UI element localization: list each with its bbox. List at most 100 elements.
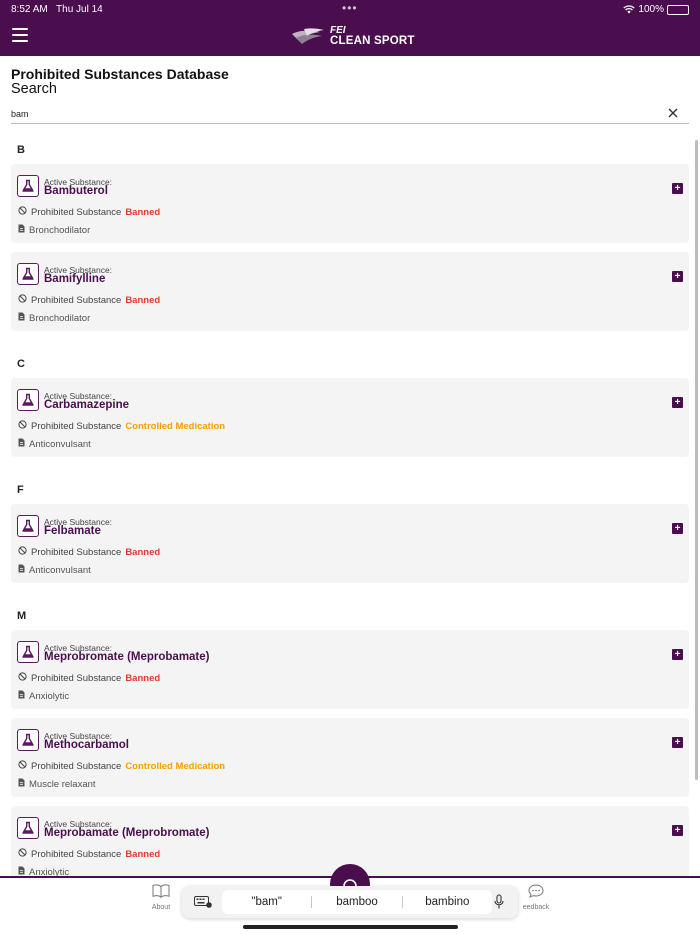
status-right: 100% xyxy=(623,4,689,15)
substance-card[interactable]: Active Substance: Felbamate Prohibited Sub… xyxy=(11,504,689,583)
nav-feedback-label: eedback xyxy=(522,904,550,911)
keyboard-suggestion-bar: "bam" bamboo bambino xyxy=(182,886,518,918)
search-label: Search xyxy=(11,81,57,97)
logo-clean-sport-text: CLEAN SPORT xyxy=(330,35,415,47)
substance-name: Methocarbamol xyxy=(44,739,129,751)
wifi-icon xyxy=(623,5,636,14)
flask-icon xyxy=(17,515,39,537)
clear-search-icon[interactable] xyxy=(667,107,679,119)
prohibited-icon xyxy=(18,546,27,558)
flask-icon xyxy=(17,641,39,663)
expand-plus-icon[interactable]: + xyxy=(672,271,683,282)
nav-about[interactable]: About xyxy=(145,884,177,911)
scrollbar[interactable] xyxy=(695,140,698,780)
expand-plus-icon[interactable]: + xyxy=(672,523,683,534)
book-icon xyxy=(152,884,170,898)
search-field xyxy=(11,104,689,124)
flask-icon xyxy=(17,389,39,411)
status-badge: Banned xyxy=(125,294,161,306)
classification-text: Bronchodilator xyxy=(29,312,91,324)
status-badge: Banned xyxy=(125,206,161,218)
expand-plus-icon[interactable]: + xyxy=(672,737,683,748)
section-f: F Active Substance: Felbamate Prohibited Su… xyxy=(0,472,700,598)
prohibited-label: Prohibited Substance xyxy=(31,420,122,432)
nav-about-label: About xyxy=(151,904,171,911)
classification-text: Bronchodilator xyxy=(29,224,91,236)
prohibited-icon xyxy=(18,420,27,432)
document-icon xyxy=(18,778,25,790)
prohibited-label: Prohibited Substance xyxy=(31,848,122,860)
results-list[interactable]: B Active Substance: Bambuterol Prohibited S… xyxy=(0,132,700,877)
suggestion-3[interactable]: bambino xyxy=(403,896,492,908)
wing-logo-icon xyxy=(292,28,324,44)
status-badge: Controlled Medication xyxy=(125,420,226,432)
classification: Anticonvulsant xyxy=(18,564,91,576)
suggestion-2[interactable]: bamboo xyxy=(312,896,401,908)
flask-icon xyxy=(17,729,39,751)
expand-plus-icon[interactable]: + xyxy=(672,825,683,836)
substance-name: Bambuterol xyxy=(44,185,108,197)
status-line: Prohibited Substance Banned xyxy=(18,206,160,218)
classification: Bronchodilator xyxy=(18,224,90,236)
home-indicator[interactable] xyxy=(243,925,458,929)
page-title: Prohibited Substances Database xyxy=(11,66,229,82)
prohibited-label: Prohibited Substance xyxy=(31,760,122,772)
classification-text: Anticonvulsant xyxy=(29,564,91,576)
substance-name: Felbamate xyxy=(44,525,101,537)
substance-name: Meprobromate (Meprobamate) xyxy=(44,651,210,663)
document-icon xyxy=(18,312,25,324)
status-line: Prohibited Substance Controlled Medicatio… xyxy=(18,760,225,772)
status-line: Prohibited Substance Banned xyxy=(18,546,160,558)
microphone-icon[interactable] xyxy=(494,894,504,910)
chat-bubble-icon xyxy=(528,884,544,898)
flask-icon xyxy=(17,175,39,197)
flask-icon xyxy=(17,263,39,285)
substance-card[interactable]: Active Substance: Bambuterol Prohibited Su… xyxy=(11,164,689,243)
battery-percent: 100% xyxy=(638,4,664,15)
section-letter: C xyxy=(17,358,25,370)
prohibited-icon xyxy=(18,760,27,772)
app-header: 8:52 AM Thu Jul 14 ••• 100% FEI CLEAN SP… xyxy=(0,0,700,56)
multitasking-dots-icon[interactable]: ••• xyxy=(342,1,358,15)
section-m: M Active Substance: Meprobromate (Meprobam… xyxy=(0,598,700,877)
prohibited-icon xyxy=(18,294,27,306)
classification-text: Anxiolytic xyxy=(29,690,70,702)
expand-plus-icon[interactable]: + xyxy=(672,649,683,660)
suggestion-literal[interactable]: "bam" xyxy=(222,896,311,908)
suggestion-pill: "bam" bamboo bambino xyxy=(222,890,492,914)
prohibited-label: Prohibited Substance xyxy=(31,206,122,218)
keyboard-icon[interactable] xyxy=(194,896,212,908)
classification-text: Anticonvulsant xyxy=(29,438,91,450)
flask-icon xyxy=(17,817,39,839)
document-icon xyxy=(18,224,25,236)
expand-plus-icon[interactable]: + xyxy=(672,397,683,408)
section-b: B Active Substance: Bambuterol Prohibited S… xyxy=(0,132,700,346)
substance-name: Bamifylline xyxy=(44,273,106,285)
classification-text: Muscle relaxant xyxy=(29,778,96,790)
status-bar: 8:52 AM Thu Jul 14 ••• 100% xyxy=(0,0,700,18)
search-input[interactable] xyxy=(11,105,651,123)
section-letter: F xyxy=(17,484,24,496)
substance-name: Meprobamate (Meprobromate) xyxy=(44,827,210,839)
battery-icon xyxy=(667,4,689,15)
hamburger-menu-icon[interactable] xyxy=(12,28,28,42)
substance-card[interactable]: Active Substance: Methocarbamol Prohibited… xyxy=(11,718,689,797)
prohibited-icon xyxy=(18,672,27,684)
classification: Muscle relaxant xyxy=(18,778,96,790)
status-badge: Controlled Medication xyxy=(125,760,226,772)
classification: Anticonvulsant xyxy=(18,438,91,450)
fei-clean-sport-logo: FEI CLEAN SPORT xyxy=(290,24,415,48)
section-c: C Active Substance: Carbamazepine Prohibite… xyxy=(0,346,700,472)
status-badge: Banned xyxy=(125,848,161,860)
status-time: 8:52 AM Thu Jul 14 xyxy=(11,4,103,15)
status-line: Prohibited Substance Controlled Medicatio… xyxy=(18,420,225,432)
prohibited-label: Prohibited Substance xyxy=(31,546,122,558)
expand-plus-icon[interactable]: + xyxy=(672,183,683,194)
substance-card[interactable]: Active Substance: Bamifylline Prohibited S… xyxy=(11,252,689,331)
document-icon xyxy=(18,690,25,702)
substance-card[interactable]: Active Substance: Carbamazepine Prohibited… xyxy=(11,378,689,457)
nav-feedback[interactable]: eedback xyxy=(516,884,556,911)
section-letter: B xyxy=(17,144,25,156)
status-line: Prohibited Substance Banned xyxy=(18,848,160,860)
substance-card[interactable]: Active Substance: Meprobromate (Meprobama… xyxy=(11,630,689,709)
